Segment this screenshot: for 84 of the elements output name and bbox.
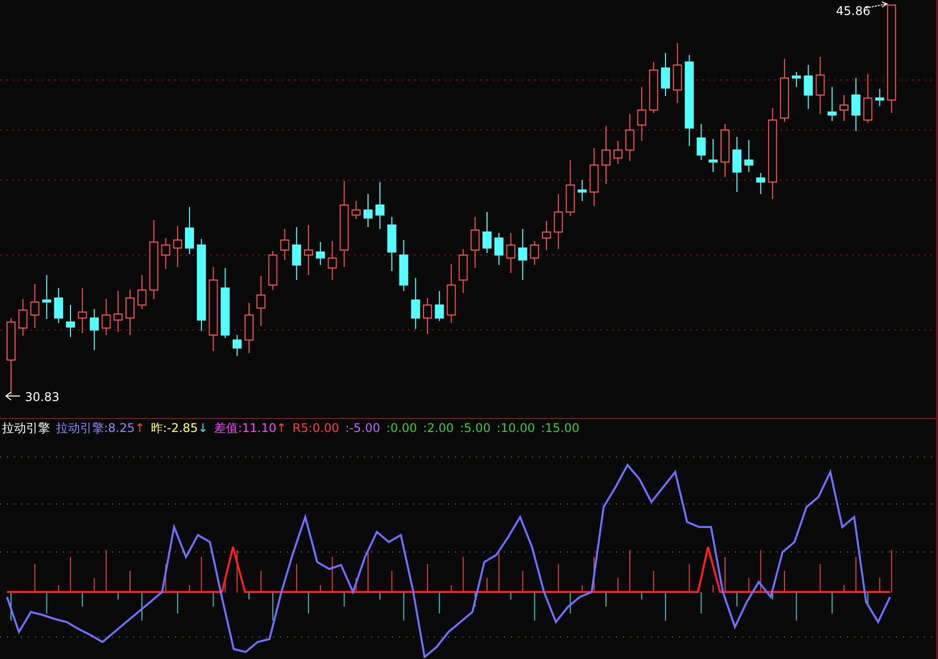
falling-candle <box>316 242 325 266</box>
rising-candle <box>863 74 872 124</box>
legend-value: :5.00 <box>460 421 491 435</box>
falling-candle <box>875 88 884 106</box>
rising-candle <box>530 240 540 266</box>
rising-candle <box>613 140 622 164</box>
rising-candle <box>173 226 182 268</box>
rising-candle <box>816 56 825 114</box>
falling-candle <box>482 212 492 254</box>
rising-candle <box>423 298 432 334</box>
indicator-title: 拉动引擎 <box>2 420 50 436</box>
falling-candle <box>518 228 528 280</box>
rising-candle <box>126 290 134 336</box>
falling-candle <box>387 216 396 272</box>
falling-candle <box>232 334 242 356</box>
legend-value: :0.00 <box>386 421 418 435</box>
rising-candle <box>244 302 254 354</box>
rising-candle <box>352 200 361 220</box>
rising-candle <box>637 86 646 142</box>
rising-candle <box>268 250 278 290</box>
falling-candle <box>696 124 706 160</box>
falling-candle <box>185 206 194 254</box>
rising-candle <box>328 240 337 280</box>
falling-candle <box>54 288 64 324</box>
falling-candle <box>804 64 813 110</box>
rising-candle <box>102 298 111 336</box>
falling-candle <box>90 308 99 350</box>
rising-candle <box>506 232 516 274</box>
trend-arrow: ↓ <box>198 421 208 435</box>
rising-candle <box>625 114 634 162</box>
legend-value: :15.00 <box>540 421 580 435</box>
legend-value: 差值:11.10 <box>214 420 276 436</box>
falling-candle <box>364 194 372 228</box>
falling-candle <box>708 138 718 172</box>
rising-candle <box>18 298 28 336</box>
falling-candle <box>744 140 754 172</box>
rising-candle <box>672 42 682 104</box>
falling-candle <box>220 268 230 338</box>
trend-arrow: ↑ <box>134 421 145 435</box>
falling-candle <box>828 86 837 122</box>
falling-candle <box>399 240 408 292</box>
falling-candle <box>66 304 75 338</box>
rising-candle <box>30 284 40 328</box>
rising-candle <box>137 274 146 310</box>
falling-candle <box>661 52 670 96</box>
rising-candle <box>780 58 789 122</box>
falling-candle <box>411 278 420 330</box>
pointer-arrow <box>5 392 20 400</box>
rising-candle <box>720 124 730 178</box>
rising-candle <box>840 94 848 122</box>
falling-candle <box>434 290 444 322</box>
price-label: 30.83 <box>25 390 60 404</box>
rising-candle <box>542 220 551 250</box>
rising-candle <box>304 224 313 276</box>
falling-candle <box>792 72 801 88</box>
rising-candle <box>280 228 290 260</box>
rising-candle <box>458 248 468 294</box>
legend-value: R5:0.00 <box>292 421 340 435</box>
trend-arrow: ↑ <box>276 421 286 435</box>
legend-value: 拉动引擎:8.25 <box>56 420 135 436</box>
rising-candle <box>649 62 658 114</box>
legend-value: :2.00 <box>423 421 454 435</box>
legend-value: :10.00 <box>496 421 535 435</box>
rising-candle <box>470 216 480 268</box>
rising-candle <box>161 238 170 270</box>
falling-candle <box>756 172 766 194</box>
falling-candle <box>42 274 52 320</box>
rising-candle <box>566 160 575 216</box>
falling-candle <box>292 226 302 280</box>
legend-value: 昨:-2.85 <box>150 420 198 436</box>
rising-candle <box>554 194 563 250</box>
price-label: 45.86 <box>836 4 870 18</box>
rising-candle <box>602 126 610 184</box>
falling-candle <box>732 136 742 192</box>
falling-candle <box>578 180 587 202</box>
rising-candle <box>256 276 266 326</box>
falling-candle <box>375 182 384 230</box>
rising-candle <box>590 148 599 206</box>
rising-candle <box>78 288 87 334</box>
rising-candle <box>446 264 456 324</box>
rising-candle <box>114 290 123 332</box>
falling-candle <box>851 78 860 132</box>
falling-candle <box>494 232 504 266</box>
legend-value: :-5.00 <box>345 421 380 435</box>
